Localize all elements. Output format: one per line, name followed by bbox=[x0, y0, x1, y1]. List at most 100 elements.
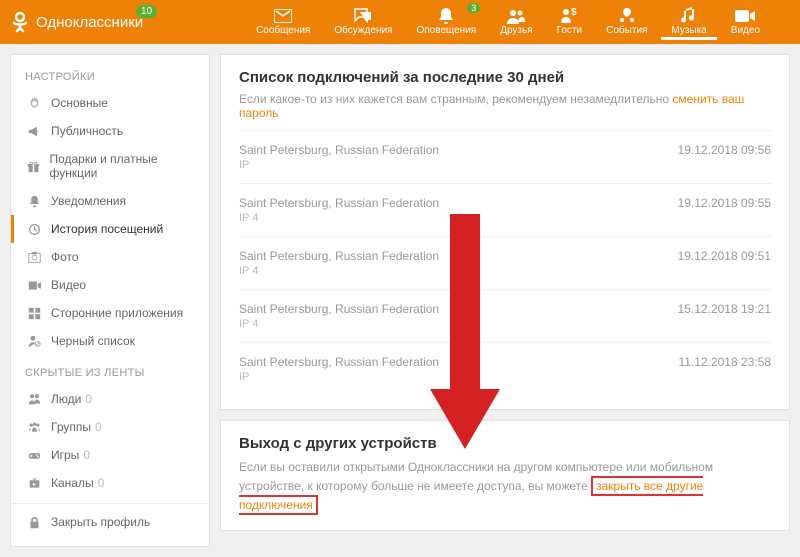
nav-label: Сообщения bbox=[256, 25, 310, 36]
guests-icon: $ bbox=[559, 7, 579, 25]
mail-icon bbox=[273, 7, 293, 25]
sidebar-item-count: 0 bbox=[98, 476, 105, 490]
events-icon bbox=[617, 7, 637, 25]
sidebar-item-video[interactable]: Видео bbox=[11, 271, 209, 299]
session-row: Saint Petersburg, Russian Federation IP 4… bbox=[239, 183, 771, 236]
brand-text: Одноклассники bbox=[36, 14, 143, 31]
session-ip: IP 4 bbox=[239, 318, 439, 330]
brand-badge: 10 bbox=[136, 5, 157, 18]
sidebar-item-gift[interactable]: Подарки и платные функции bbox=[11, 145, 209, 187]
sidebar-item-count: 0 bbox=[83, 448, 90, 462]
session-location: Saint Petersburg, Russian Federation bbox=[239, 302, 439, 316]
sidebar-item-label: Каналы bbox=[51, 476, 94, 490]
sidebar-heading-settings: НАСТРОЙКИ bbox=[11, 65, 209, 89]
sidebar-heading-hidden: СКРЫТЫЕ ИЗ ЛЕНТЫ bbox=[11, 361, 209, 385]
session-ip: IP bbox=[239, 159, 439, 171]
sidebar-item-label: Основные bbox=[51, 96, 108, 110]
top-nav: Сообщения Обсуждения Оповещения3 Друзья $Гос… bbox=[246, 5, 770, 40]
nav-item-friends[interactable]: Друзья bbox=[490, 5, 542, 40]
sidebar-item-label: Игры bbox=[51, 448, 79, 462]
session-date: 11.12.2018 23:58 bbox=[678, 355, 771, 383]
video-icon bbox=[735, 7, 755, 25]
session-ip: IP 4 bbox=[239, 265, 439, 277]
nav-label: Обсуждения bbox=[334, 25, 392, 36]
nav-item-chat[interactable]: Обсуждения bbox=[324, 5, 402, 40]
nav-item-events[interactable]: События bbox=[596, 5, 657, 40]
sidebar-item-label: Подарки и платные функции bbox=[49, 152, 195, 180]
sidebar-item-people[interactable]: Люди 0 bbox=[11, 385, 209, 413]
connections-subtitle: Если какое-то из них кажется вам странны… bbox=[239, 92, 771, 120]
sidebar-item-label: Уведомления bbox=[51, 194, 126, 208]
sidebar-item-count: 0 bbox=[95, 420, 102, 434]
friends-icon bbox=[506, 7, 526, 25]
music-icon bbox=[679, 7, 699, 25]
gift-icon bbox=[25, 160, 41, 173]
nav-item-guests[interactable]: $Гости bbox=[547, 5, 592, 40]
ok-logo-icon bbox=[10, 11, 30, 33]
session-row: Saint Petersburg, Russian Federation IP 1… bbox=[239, 130, 771, 183]
bell-icon bbox=[25, 195, 43, 208]
sidebar-item-label: Закрыть профиль bbox=[51, 515, 150, 529]
lock-icon bbox=[25, 516, 43, 529]
sidebar-item-history[interactable]: История посещений bbox=[11, 215, 209, 243]
session-row: Saint Petersburg, Russian Federation IP 4… bbox=[239, 289, 771, 342]
settings-sidebar: НАСТРОЙКИ Основные Публичность Подарки и п… bbox=[10, 54, 210, 547]
session-location: Saint Petersburg, Russian Federation bbox=[239, 143, 439, 157]
apps-icon bbox=[25, 307, 43, 320]
sidebar-item-groups[interactable]: Группы 0 bbox=[11, 413, 209, 441]
chat-icon bbox=[353, 7, 373, 25]
session-ip: IP 4 bbox=[239, 212, 439, 224]
sidebar-item-label: Фото bbox=[51, 250, 79, 264]
session-date: 19.12.2018 09:56 bbox=[678, 143, 771, 171]
nav-label: События bbox=[606, 25, 647, 36]
video-icon bbox=[25, 279, 43, 292]
svg-text:$: $ bbox=[571, 7, 577, 18]
sidebar-item-count: 0 bbox=[85, 392, 92, 406]
nav-badge: 3 bbox=[467, 3, 480, 13]
session-row: Saint Petersburg, Russian FederationIP 1… bbox=[239, 342, 771, 395]
session-location: Saint Petersburg, Russian Federation bbox=[239, 249, 439, 263]
games-icon bbox=[25, 449, 43, 462]
sidebar-item-blacklist[interactable]: Черный список bbox=[11, 327, 209, 355]
session-location: Saint Petersburg, Russian Federation bbox=[239, 196, 439, 210]
brand-logo[interactable]: Одноклассники 10 bbox=[10, 11, 143, 33]
nav-item-video[interactable]: Видео bbox=[721, 5, 770, 40]
session-date: 19.12.2018 09:55 bbox=[678, 196, 771, 224]
people-icon bbox=[25, 393, 43, 406]
nav-label: Друзья bbox=[500, 25, 532, 36]
connections-title: Список подключений за последние 30 дней bbox=[239, 69, 771, 86]
sidebar-item-gear[interactable]: Основные bbox=[11, 89, 209, 117]
gear-icon bbox=[25, 97, 43, 110]
main-content: Список подключений за последние 30 дней … bbox=[220, 54, 790, 547]
sidebar-item-label: Группы bbox=[51, 420, 91, 434]
sidebar-item-bell[interactable]: Уведомления bbox=[11, 187, 209, 215]
sidebar-item-games[interactable]: Игры 0 bbox=[11, 441, 209, 469]
logout-text: Если вы оставили открытыми Одноклассники… bbox=[239, 458, 771, 516]
sidebar-item-label: Видео bbox=[51, 278, 86, 292]
app-header: Одноклассники 10 Сообщения Обсуждения Опов… bbox=[0, 0, 800, 44]
sidebar-item-label: История посещений bbox=[51, 222, 163, 236]
logout-title: Выход с других устройств bbox=[239, 435, 771, 452]
megaphone-icon bbox=[25, 125, 43, 138]
groups-icon bbox=[25, 421, 43, 434]
sidebar-item-label: Сторонние приложения bbox=[51, 306, 183, 320]
nav-label: Музыка bbox=[671, 25, 706, 36]
sidebar-item-label: Публичность bbox=[51, 124, 123, 138]
sidebar-close-profile[interactable]: Закрыть профиль bbox=[11, 508, 209, 536]
photo-icon bbox=[25, 251, 43, 264]
session-location: Saint Petersburg, Russian Federation bbox=[239, 355, 439, 369]
sidebar-item-megaphone[interactable]: Публичность bbox=[11, 117, 209, 145]
connections-panel: Список подключений за последние 30 дней … bbox=[220, 54, 790, 410]
sidebar-item-label: Люди bbox=[51, 392, 81, 406]
session-date: 19.12.2018 09:51 bbox=[678, 249, 771, 277]
blacklist-icon bbox=[25, 335, 43, 348]
channels-icon bbox=[25, 477, 43, 490]
sidebar-item-photo[interactable]: Фото bbox=[11, 243, 209, 271]
nav-item-music[interactable]: Музыка bbox=[661, 5, 716, 40]
sidebar-item-apps[interactable]: Сторонние приложения bbox=[11, 299, 209, 327]
nav-label: Видео bbox=[731, 25, 760, 36]
sidebar-item-channels[interactable]: Каналы 0 bbox=[11, 469, 209, 497]
nav-item-mail[interactable]: Сообщения bbox=[246, 5, 320, 40]
bell-icon bbox=[436, 7, 456, 25]
nav-item-bell[interactable]: Оповещения3 bbox=[406, 5, 486, 40]
